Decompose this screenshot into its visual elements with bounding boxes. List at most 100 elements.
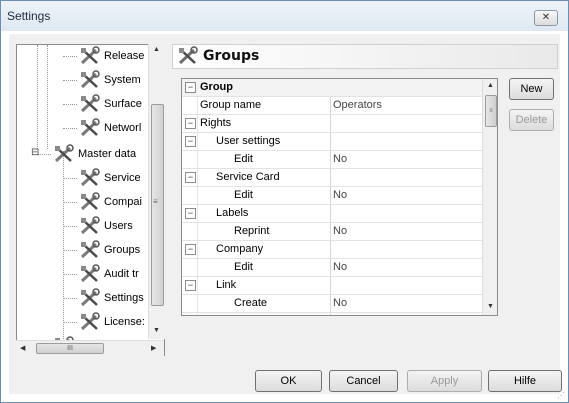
grip-icon: ≡ bbox=[153, 197, 158, 206]
tree-item[interactable]: Audit tr bbox=[63, 263, 139, 285]
grid-row[interactable]: Edit No bbox=[182, 151, 482, 169]
grid-row[interactable]: Reprint No bbox=[182, 223, 482, 241]
panel-header: Groups bbox=[172, 44, 558, 69]
property-name: Edit bbox=[234, 261, 253, 273]
column-divider bbox=[330, 259, 331, 276]
property-value[interactable]: No bbox=[333, 189, 347, 201]
tree-item-label: Service bbox=[104, 172, 141, 184]
window-title: Settings bbox=[7, 9, 51, 23]
tree-item-label: Compai bbox=[104, 196, 142, 208]
tree-item-label: Surface bbox=[104, 98, 142, 110]
grid-row[interactable]: − Link bbox=[182, 277, 482, 295]
help-button[interactable]: Hilfe bbox=[488, 370, 562, 392]
property-name: Labels bbox=[216, 207, 249, 219]
grid-row[interactable]: − Group bbox=[182, 79, 482, 97]
tree-item-label: Master data bbox=[78, 148, 137, 160]
tree-connector bbox=[63, 128, 77, 129]
collapse-icon[interactable]: − bbox=[185, 244, 196, 255]
column-divider bbox=[330, 187, 331, 204]
resize-grip-icon[interactable]: ⋰ bbox=[557, 391, 567, 401]
grid-row[interactable]: Edit No bbox=[182, 187, 482, 205]
tree-item-label: Users bbox=[104, 220, 133, 232]
property-value[interactable]: Operators bbox=[333, 99, 382, 111]
property-value[interactable]: No bbox=[333, 315, 347, 316]
close-button[interactable]: ✕ bbox=[534, 10, 558, 26]
property-value[interactable]: No bbox=[333, 297, 347, 309]
tree-connector bbox=[63, 274, 77, 275]
column-divider bbox=[330, 295, 331, 312]
tree-vertical-scrollbar[interactable]: ▲ ≡ ▼ bbox=[148, 44, 165, 339]
column-divider bbox=[330, 169, 331, 186]
ok-button[interactable]: OK bbox=[255, 370, 322, 392]
collapse-icon[interactable]: − bbox=[185, 172, 196, 183]
tree-item[interactable]: Release bbox=[63, 45, 144, 67]
grid-vertical-scrollbar[interactable]: ▲ ≡ ▼ bbox=[482, 79, 497, 315]
grid-row[interactable]: Edit No bbox=[182, 259, 482, 277]
tools-icon bbox=[178, 46, 198, 65]
tools-icon bbox=[54, 144, 74, 163]
column-divider bbox=[330, 97, 331, 114]
property-name: Service Card bbox=[216, 171, 280, 183]
property-value[interactable]: No bbox=[333, 225, 347, 237]
tools-icon bbox=[80, 192, 100, 211]
grid-row[interactable]: Group name Operators bbox=[182, 97, 482, 115]
tree-vscroll-thumb[interactable]: ≡ bbox=[151, 104, 164, 306]
tree-item[interactable]: Users bbox=[63, 215, 133, 237]
settings-tree: Release System Surface Networl ⊟ Master data S… bbox=[16, 44, 165, 356]
tree-item[interactable]: Surface bbox=[63, 93, 142, 115]
delete-button[interactable]: Delete bbox=[509, 109, 554, 131]
tree-connector bbox=[63, 250, 77, 251]
tools-icon bbox=[80, 264, 100, 283]
tools-icon bbox=[80, 46, 100, 65]
grid-row[interactable]: − Company bbox=[182, 241, 482, 259]
column-divider bbox=[330, 205, 331, 222]
collapse-icon[interactable]: − bbox=[185, 280, 196, 291]
scroll-up-arrow-icon[interactable]: ▲ bbox=[153, 46, 160, 53]
grid-row[interactable]: Create No bbox=[182, 295, 482, 313]
tree-item[interactable]: Service bbox=[63, 167, 141, 189]
scroll-left-arrow-icon[interactable]: ◀ bbox=[20, 344, 25, 352]
collapse-icon[interactable]: − bbox=[185, 208, 196, 219]
scroll-down-arrow-icon[interactable]: ▼ bbox=[153, 327, 160, 334]
cancel-button[interactable]: Cancel bbox=[329, 370, 398, 392]
tree-connector bbox=[63, 202, 77, 203]
tools-icon bbox=[80, 312, 100, 331]
tree-item[interactable]: License: bbox=[63, 311, 145, 333]
tree-item-label: Networl bbox=[104, 122, 142, 134]
new-button[interactable]: New bbox=[509, 78, 554, 100]
grid-row[interactable]: − Service Card bbox=[182, 169, 482, 187]
tree-item[interactable]: Compai bbox=[63, 191, 142, 213]
collapse-icon[interactable]: ⊟ bbox=[31, 147, 39, 158]
tree-horizontal-scrollbar[interactable]: ◀ III ▶ bbox=[16, 340, 164, 356]
tree-connector bbox=[63, 178, 77, 179]
property-name: Create bbox=[234, 297, 268, 309]
grid-scroll-up-arrow-icon[interactable]: ▲ bbox=[487, 82, 494, 89]
collapse-icon[interactable]: − bbox=[185, 118, 196, 129]
property-name: Edit bbox=[234, 315, 253, 316]
collapse-icon[interactable]: − bbox=[185, 82, 196, 93]
tree-item[interactable]: Networl bbox=[63, 117, 142, 139]
tools-icon bbox=[80, 240, 100, 259]
grid-row[interactable]: − Rights bbox=[182, 115, 482, 133]
scroll-right-arrow-icon[interactable]: ▶ bbox=[151, 344, 156, 352]
tree-guide-line bbox=[47, 45, 48, 149]
tools-icon bbox=[80, 118, 100, 137]
tree-item[interactable]: ⊟ Master data bbox=[31, 143, 137, 165]
grid-scroll-down-arrow-icon[interactable]: ▼ bbox=[487, 303, 494, 310]
grid-row[interactable]: − User settings bbox=[182, 133, 482, 151]
panel-title: Groups bbox=[203, 48, 260, 64]
column-divider bbox=[330, 151, 331, 168]
tree-item-label: License: bbox=[104, 316, 145, 328]
tree-item[interactable]: System bbox=[63, 69, 141, 91]
grid-row[interactable]: Edit No bbox=[182, 313, 482, 316]
collapse-icon[interactable]: − bbox=[185, 136, 196, 147]
property-value[interactable]: No bbox=[333, 153, 347, 165]
grid-vscroll-thumb[interactable]: ≡ bbox=[485, 95, 497, 127]
column-divider bbox=[330, 223, 331, 240]
grid-row[interactable]: − Labels bbox=[182, 205, 482, 223]
tree-item[interactable]: Settings bbox=[63, 287, 144, 309]
tree-item[interactable]: Groups bbox=[63, 239, 140, 261]
apply-button[interactable]: Apply bbox=[407, 370, 482, 392]
property-value[interactable]: No bbox=[333, 261, 347, 273]
tree-hscroll-thumb[interactable]: III bbox=[36, 343, 104, 354]
